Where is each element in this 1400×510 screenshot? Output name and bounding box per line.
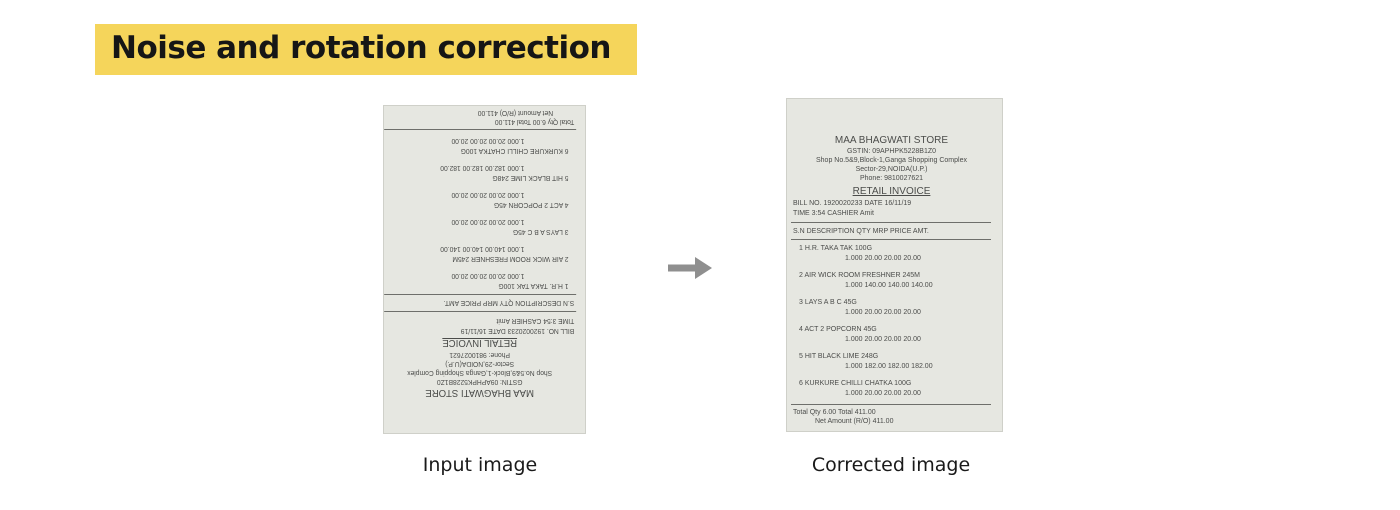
divider xyxy=(791,239,991,240)
item-desc: 2 AIR WICK ROOM FRESHNER 245M xyxy=(799,272,920,279)
receipt-content: MAA BHAGWATI STORE GSTIN: 09APHPK5228B1Z… xyxy=(787,99,996,425)
divider xyxy=(384,311,577,312)
corrected-receipt-image: MAA BHAGWATI STORE GSTIN: 09APHPK5228B1Z… xyxy=(786,98,1003,432)
item-values: 1.000 20.00 20.00 20.00 xyxy=(451,137,525,144)
item-values: 1.000 20.00 20.00 20.00 xyxy=(451,218,525,225)
title-banner: Noise and rotation correction xyxy=(95,24,637,75)
item-desc: 3 LAYS A B C 45G xyxy=(512,228,569,235)
item-values: 1.000 20.00 20.00 20.00 xyxy=(451,272,525,279)
invoice-title: RETAIL INVOICE xyxy=(852,186,931,197)
arrow-right-icon xyxy=(668,255,714,286)
time-line: TIME 3:54 CASHIER Amit xyxy=(496,317,575,324)
input-caption: Input image xyxy=(422,454,538,476)
divider xyxy=(791,404,991,405)
total-line: Total Qty 6.00 Total 411.00 xyxy=(494,118,575,125)
divider xyxy=(384,129,577,130)
total-line: Total Qty 6.00 Total 411.00 xyxy=(793,409,876,416)
address: Shop No.5&9,Block-1,Ganga Shopping Compl… xyxy=(407,369,553,376)
store-name: MAA BHAGWATI STORE xyxy=(425,387,535,398)
address: Shop No.5&9,Block-1,Ganga Shopping Compl… xyxy=(816,157,967,164)
input-receipt-image: MAA BHAGWATI STORE GSTIN: 09APHPK5228B1Z… xyxy=(383,105,586,434)
item-desc: 6 KURKURE CHILLI CHATKA 100G xyxy=(460,147,569,154)
net-amount-line: Net Amount (R/O) 411.00 xyxy=(815,418,894,425)
sector: Sector-29,NOIDA(U.P.) xyxy=(445,360,515,367)
receipt-content-rotated: MAA BHAGWATI STORE GSTIN: 09APHPK5228B1Z… xyxy=(384,108,580,432)
item-desc: 4 ACT 2 POPCORN 45G xyxy=(799,326,877,333)
item-desc: 5 HIT BLACK LIME 248G xyxy=(492,174,569,181)
item-values: 1.000 20.00 20.00 20.00 xyxy=(845,255,921,262)
sector: Sector-29,NOIDA(U.P.) xyxy=(855,166,928,173)
time-line: TIME 3:54 CASHIER Amit xyxy=(793,210,874,217)
item-values: 1.000 20.00 20.00 20.00 xyxy=(451,191,525,198)
divider xyxy=(791,222,991,223)
item-values: 1.000 20.00 20.00 20.00 xyxy=(845,390,921,397)
phone: Phone: 9810027621 xyxy=(449,351,510,358)
item-values: 1.000 182.00 182.00 182.00 xyxy=(845,363,933,370)
phone: Phone: 9810027621 xyxy=(859,175,924,182)
item-values: 1.000 182.00 182.00 182.00 xyxy=(440,164,525,171)
item-values: 1.000 140.00 140.00 140.00 xyxy=(440,245,525,252)
item-desc: 3 LAYS A B C 45G xyxy=(799,299,857,306)
gstin: GSTIN: 09APHPK5228B1Z0 xyxy=(846,148,937,155)
divider xyxy=(384,294,577,295)
store-name: MAA BHAGWATI STORE xyxy=(834,135,949,146)
item-desc: 6 KURKURE CHILLI CHATKA 100G xyxy=(799,380,912,387)
table-header: S.N DESCRIPTION QTY MRP PRICE AMT. xyxy=(793,228,929,235)
bill-line: BILL NO. 1920020233 DATE 16/11/19 xyxy=(793,200,912,207)
item-values: 1.000 140.00 140.00 140.00 xyxy=(845,282,933,289)
table-header: S.N DESCRIPTION QTY MRP PRICE AMT. xyxy=(443,299,575,306)
net-amount-line: Net Amount (R/O) 411.00 xyxy=(477,109,554,116)
item-desc: 5 HIT BLACK LIME 248G xyxy=(799,353,879,360)
gstin: GSTIN: 09APHPK5228B1Z0 xyxy=(436,378,523,385)
item-desc: 1 H.R. TAKA TAK 100G xyxy=(498,282,569,289)
item-values: 1.000 20.00 20.00 20.00 xyxy=(845,309,921,316)
item-desc: 2 AIR WICK ROOM FRESHNER 245M xyxy=(452,255,569,262)
corrected-caption: Corrected image xyxy=(811,454,971,476)
item-desc: 1 H.R. TAKA TAK 100G xyxy=(799,245,873,252)
item-values: 1.000 20.00 20.00 20.00 xyxy=(845,336,921,343)
bill-line: BILL NO. 1920020233 DATE 16/11/19 xyxy=(460,327,575,334)
page-title: Noise and rotation correction xyxy=(111,30,612,66)
invoice-title: RETAIL INVOICE xyxy=(442,337,518,348)
item-desc: 4 ACT 2 POPCORN 45G xyxy=(493,201,569,208)
